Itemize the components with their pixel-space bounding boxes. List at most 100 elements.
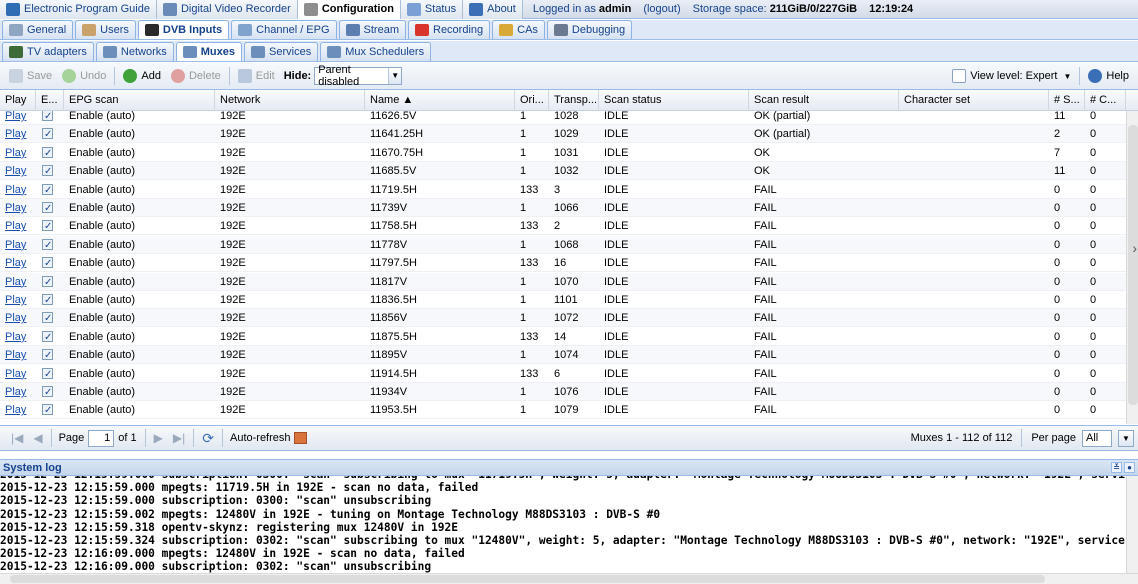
delete-button[interactable]: Delete (166, 65, 226, 87)
logout-link[interactable]: (logout) (643, 3, 680, 15)
collapse-icon[interactable]: ≚ (1111, 462, 1122, 473)
prev-page-icon[interactable]: ◀ (33, 431, 42, 445)
hide-select[interactable]: Parent disabled ▼ (314, 64, 403, 88)
scrollbar-thumb[interactable] (10, 575, 1045, 583)
play-link[interactable]: Play (5, 276, 26, 288)
column-header[interactable]: Network (215, 90, 365, 111)
table-row[interactable]: Play Enable (auto) 192E 11685.5V 1 1032 IDLE OK… (0, 162, 1126, 181)
play-link[interactable]: Play (5, 368, 26, 380)
chevron-right-icon[interactable]: › (1132, 240, 1137, 256)
enabled-checkbox[interactable] (42, 182, 53, 199)
enabled-checkbox[interactable] (42, 402, 53, 419)
next-page-icon[interactable]: ▶ (154, 431, 163, 445)
enabled-checkbox[interactable] (42, 163, 53, 180)
tab-channel-epg[interactable]: Channel / EPG (231, 20, 337, 39)
table-row[interactable]: Play Enable (auto) 192E 11626.5V 1 1028 IDLE OK… (0, 111, 1126, 125)
nav-tab-configuration[interactable]: Configuration (297, 0, 401, 19)
first-page-icon[interactable]: |◀ (11, 431, 23, 445)
play-link[interactable]: Play (5, 294, 26, 306)
system-log-scrollbar[interactable] (1126, 476, 1138, 573)
column-header[interactable]: E... (36, 90, 64, 111)
enabled-checkbox[interactable] (42, 111, 53, 125)
tab-mux-schedulers[interactable]: Mux Schedulers (320, 42, 432, 61)
play-link[interactable]: Play (5, 147, 26, 159)
tab-cas[interactable]: CAs (492, 20, 545, 39)
table-row[interactable]: Play Enable (auto) 192E 11836.5H 1 1101 IDLE FA… (0, 291, 1126, 309)
tab-debugging[interactable]: Debugging (546, 20, 633, 39)
column-header[interactable]: Transp... (549, 90, 599, 111)
view-level-button[interactable]: View level: Expert ▼ (947, 65, 1076, 87)
tab-users[interactable]: Users (75, 20, 136, 39)
help-button[interactable]: Help (1083, 65, 1134, 87)
enabled-checkbox[interactable] (42, 126, 53, 143)
enabled-checkbox[interactable] (42, 292, 53, 309)
play-link[interactable]: Play (5, 404, 26, 416)
play-link[interactable]: Play (5, 349, 26, 361)
column-header[interactable]: Scan result (749, 90, 899, 111)
chevron-down-icon[interactable]: ▼ (1118, 429, 1134, 447)
table-row[interactable]: Play Enable (auto) 192E 11875.5H 133 14 IDLE FA… (0, 328, 1126, 346)
table-row[interactable]: Play Enable (auto) 192E 11856V 1 1072 IDLE FAIL… (0, 309, 1126, 328)
play-link[interactable]: Play (5, 184, 26, 196)
enabled-checkbox[interactable] (42, 145, 53, 162)
enabled-checkbox[interactable] (42, 310, 53, 327)
nav-tab-digital-video-recorder[interactable]: Digital Video Recorder (156, 0, 298, 19)
tab-recording[interactable]: Recording (408, 20, 491, 39)
undo-button[interactable]: Undo (57, 65, 111, 87)
save-button[interactable]: Save (4, 65, 57, 87)
table-row[interactable]: Play Enable (auto) 192E 11739V 1 1066 IDLE FAIL… (0, 199, 1126, 217)
column-header[interactable]: # S... (1049, 90, 1085, 111)
refresh-icon[interactable]: ⟳ (202, 430, 214, 447)
play-link[interactable]: Play (5, 239, 26, 251)
table-row[interactable]: Play Enable (auto) 192E 11895V 1 1074 IDLE FAIL… (0, 346, 1126, 365)
table-row[interactable]: Play Enable (auto) 192E 11934V 1 1076 IDLE FAIL… (0, 383, 1126, 401)
enabled-checkbox[interactable] (42, 218, 53, 235)
enabled-checkbox[interactable] (42, 366, 53, 383)
play-link[interactable]: Play (5, 257, 26, 269)
edit-button[interactable]: Edit (233, 65, 280, 87)
column-header[interactable]: Name ▲ (365, 90, 515, 111)
column-header[interactable]: Ori... (515, 90, 549, 111)
table-row[interactable]: Play Enable (auto) 192E 11778V 1 1068 IDLE FAIL… (0, 235, 1126, 254)
play-link[interactable]: Play (5, 202, 26, 214)
table-row[interactable]: Play Enable (auto) 192E 11817V 1 1070 IDLE FAIL… (0, 272, 1126, 291)
column-header[interactable]: Scan status (599, 90, 749, 111)
tab-stream[interactable]: Stream (338, 20, 406, 39)
table-row[interactable]: Play Enable (auto) 192E 11641.25H 1 1029 IDLE O… (0, 125, 1126, 144)
add-button[interactable]: Add (118, 65, 166, 87)
tab-tv-adapters[interactable]: TV adapters (2, 42, 94, 61)
column-header[interactable]: Play (0, 90, 36, 111)
nav-tab-status[interactable]: Status (400, 0, 464, 19)
page-input[interactable]: 1 (88, 429, 115, 447)
play-link[interactable]: Play (5, 331, 26, 343)
grid-scrollbar[interactable] (1126, 111, 1138, 424)
enabled-checkbox[interactable] (42, 274, 53, 291)
tab-networks[interactable]: Networks (95, 42, 174, 61)
tab-muxes[interactable]: Muxes (175, 42, 243, 61)
enabled-checkbox[interactable] (42, 200, 53, 217)
system-log-hscrollbar[interactable] (0, 573, 1138, 584)
play-link[interactable]: Play (5, 165, 26, 177)
column-header[interactable]: EPG scan (64, 90, 215, 111)
column-header[interactable]: # C... (1085, 90, 1126, 111)
table-row[interactable]: Play Enable (auto) 192E 11953.5H 1 1079 IDLE FA… (0, 401, 1126, 420)
nav-tab-electronic-program-guide[interactable]: Electronic Program Guide (0, 0, 157, 19)
play-link[interactable]: Play (5, 386, 26, 398)
enabled-checkbox[interactable] (42, 329, 53, 346)
enabled-checkbox[interactable] (42, 384, 53, 401)
play-link[interactable]: Play (5, 312, 26, 324)
system-log-header[interactable]: System log ≚ ● (0, 459, 1138, 476)
table-row[interactable]: Play Enable (auto) 192E 11670.75H 1 1031 IDLE O… (0, 144, 1126, 162)
auto-refresh-checkbox[interactable] (293, 432, 307, 444)
per-page-input[interactable]: All (1082, 429, 1112, 447)
tab-dvb-inputs[interactable]: DVB Inputs (137, 20, 230, 39)
auto-refresh-toggle[interactable]: Auto-refresh (230, 432, 307, 444)
enabled-checkbox[interactable] (42, 237, 53, 254)
play-link[interactable]: Play (5, 128, 26, 140)
tab-services[interactable]: Services (244, 42, 319, 61)
enabled-checkbox[interactable] (42, 347, 53, 364)
nav-tab-about[interactable]: About (463, 0, 523, 19)
table-row[interactable]: Play Enable (auto) 192E 11914.5H 133 6 IDLE FAI… (0, 365, 1126, 383)
table-row[interactable]: Play Enable (auto) 192E 11797.5H 133 16 IDLE FA… (0, 254, 1126, 273)
table-row[interactable]: Play Enable (auto) 192E 11719.5H 133 3 IDLE FAI… (0, 181, 1126, 199)
